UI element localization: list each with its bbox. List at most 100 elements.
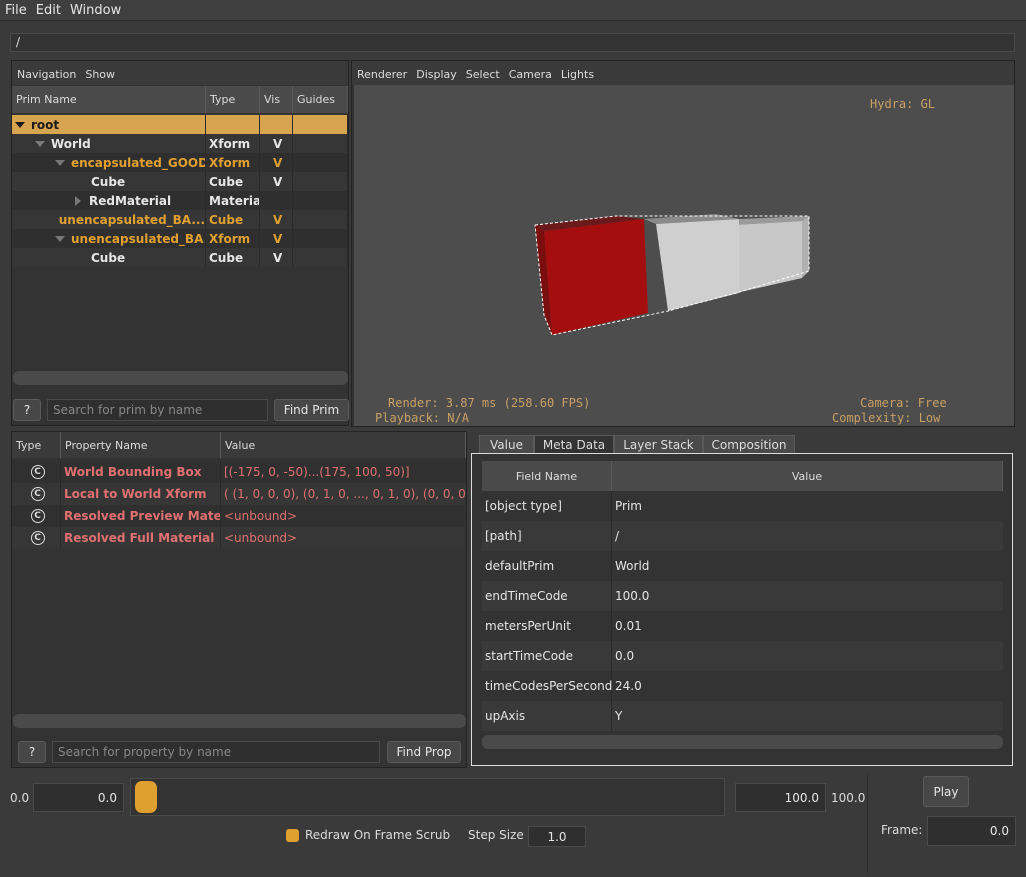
prim-guides-cell[interactable]	[293, 172, 348, 191]
metadata-row[interactable]: endTimeCode 100.0	[482, 581, 1003, 611]
start-time-field[interactable]: 0.0	[33, 783, 124, 812]
cube-back-side	[802, 216, 809, 278]
prim-row[interactable]: Cube Cube V	[12, 248, 348, 267]
prim-vis-cell[interactable]: V	[260, 229, 293, 248]
menu-select[interactable]: Select	[461, 61, 504, 81]
collapse-arrow-icon[interactable]	[35, 140, 45, 147]
frame-slider-track[interactable]	[130, 778, 725, 816]
property-type-cell: C	[12, 461, 61, 483]
viewport-canvas[interactable]: Hydra: GL Render: 3.87 ms (258.60 FPS) P…	[354, 85, 1014, 426]
prim-name-cell: unencapsulated_BA...	[12, 210, 206, 229]
col-prop-name[interactable]: Property Name	[61, 432, 221, 458]
tab-value[interactable]: Value	[479, 435, 534, 453]
prim-name: unencapsulated_BA...	[71, 231, 206, 246]
metadata-value-cell: 0.01	[615, 619, 642, 633]
col-prop-type[interactable]: Type	[12, 432, 61, 458]
prim-guides-cell[interactable]	[293, 248, 348, 267]
menu-edit[interactable]: Edit	[31, 0, 65, 18]
expand-arrow-icon[interactable]	[75, 195, 81, 206]
frame-field[interactable]: 0.0	[927, 816, 1016, 846]
prim-guides-cell[interactable]	[293, 210, 348, 229]
menu-window[interactable]: Window	[65, 0, 125, 18]
menu-display[interactable]: Display	[411, 61, 461, 81]
prim-row[interactable]: World Xform V	[12, 134, 348, 153]
prim-vis-cell[interactable]: V	[260, 134, 293, 153]
range-end-label: 100.0	[831, 791, 866, 805]
metadata-field-cell: upAxis	[482, 701, 612, 731]
metadata-field-cell: [object type]	[482, 491, 612, 521]
collapse-arrow-icon[interactable]	[55, 235, 65, 242]
prim-guides-cell[interactable]	[293, 191, 348, 210]
path-field[interactable]: /	[10, 33, 1015, 52]
step-size-field[interactable]: 1.0	[528, 826, 586, 847]
menu-renderer[interactable]: Renderer	[352, 61, 411, 81]
property-row[interactable]: C Local to World Xform( (1, 0, 0, 0), (0,…	[12, 483, 466, 505]
hydra-label: Hydra: GL	[870, 97, 936, 111]
prim-guides-cell[interactable]	[293, 153, 348, 172]
prim-tree-scrollbar[interactable]	[13, 371, 348, 385]
property-row[interactable]: C Resolved Preview Material<unbound>	[12, 505, 465, 527]
property-row[interactable]: C World Bounding Box [(-175, 0, -50)...(17…	[12, 461, 465, 483]
tab-meta-data[interactable]: Meta Data	[534, 435, 614, 453]
computed-property-icon: C	[30, 509, 45, 523]
metadata-row[interactable]: metersPerUnit 0.01	[482, 611, 1003, 641]
metadata-row[interactable]: [object type] Prim	[482, 491, 1003, 521]
col-prop-value[interactable]: Value	[221, 432, 466, 458]
property-search-input[interactable]: Search for property by name	[52, 741, 380, 763]
find-prop-button[interactable]: Find Prop	[387, 741, 461, 763]
prim-row[interactable]: root	[12, 115, 348, 134]
frame-slider-handle[interactable]	[135, 781, 157, 813]
metadata-value-cell: 24.0	[615, 679, 642, 693]
prim-type-cell: Cube	[206, 248, 260, 267]
find-prim-button[interactable]: Find Prim	[274, 399, 349, 421]
prim-row[interactable]: encapsulated_GOOD Xform V	[12, 153, 348, 172]
prim-row[interactable]: unencapsulated_BA... Cube V	[12, 210, 348, 229]
col-field-name[interactable]: Field Name	[482, 461, 612, 491]
menu-file[interactable]: File	[0, 0, 31, 18]
col-guides[interactable]: Guides	[293, 86, 348, 113]
property-type-cell: C	[12, 483, 61, 505]
metadata-value-cell: Y	[615, 709, 623, 723]
metadata-row[interactable]: startTimeCode 0.0	[482, 641, 1003, 671]
property-scrollbar[interactable]	[13, 714, 466, 728]
prim-row[interactable]: RedMaterial Material	[12, 191, 348, 210]
play-button[interactable]: Play	[923, 776, 969, 807]
prim-name: encapsulated_GOOD	[71, 155, 206, 170]
metadata-row[interactable]: [path] /	[482, 521, 1003, 551]
prim-row[interactable]: unencapsulated_BA... Xform V	[12, 229, 348, 248]
metadata-row[interactable]: defaultPrim World	[482, 551, 1003, 581]
prim-vis-cell[interactable]: V	[260, 172, 293, 191]
menu-navigation[interactable]: Navigation	[12, 61, 80, 81]
prop-help-button[interactable]: ?	[18, 741, 46, 763]
property-row[interactable]: C Resolved Full Material <unbound>	[12, 527, 465, 549]
prim-search-input[interactable]: Search for prim by name	[47, 399, 268, 421]
prim-vis-cell[interactable]: V	[260, 153, 293, 172]
end-time-field[interactable]: 100.0	[735, 783, 826, 812]
prim-guides-cell[interactable]	[293, 134, 348, 153]
redraw-checkbox[interactable]	[286, 829, 299, 842]
prim-row[interactable]: Cube Cube V	[12, 172, 348, 191]
col-meta-value[interactable]: Value	[612, 461, 1003, 491]
prim-vis-cell[interactable]: V	[260, 248, 293, 267]
menu-lights[interactable]: Lights	[556, 61, 598, 81]
prim-guides-cell[interactable]	[293, 229, 348, 248]
prim-help-button[interactable]: ?	[13, 399, 41, 421]
menu-show[interactable]: Show	[80, 61, 119, 81]
prim-guides-cell[interactable]	[293, 115, 348, 134]
col-vis[interactable]: Vis	[260, 86, 293, 113]
collapse-arrow-icon[interactable]	[15, 121, 25, 128]
metadata-field-cell: metersPerUnit	[482, 611, 612, 641]
menu-camera[interactable]: Camera	[504, 61, 556, 81]
metadata-row[interactable]: upAxis Y	[482, 701, 1003, 731]
prim-vis-cell[interactable]	[260, 191, 293, 210]
prim-vis-cell[interactable]: V	[260, 210, 293, 229]
metadata-row[interactable]: timeCodesPerSecond 24.0	[482, 671, 1003, 701]
col-type[interactable]: Type	[206, 86, 260, 113]
prim-vis-cell[interactable]	[260, 115, 293, 134]
tab-composition[interactable]: Composition	[703, 435, 795, 453]
col-prim-name[interactable]: Prim Name	[12, 86, 206, 113]
metadata-scrollbar[interactable]	[482, 735, 1003, 749]
collapse-arrow-icon[interactable]	[55, 159, 65, 166]
prim-name: RedMaterial	[89, 193, 172, 208]
tab-layer-stack[interactable]: Layer Stack	[614, 435, 703, 453]
